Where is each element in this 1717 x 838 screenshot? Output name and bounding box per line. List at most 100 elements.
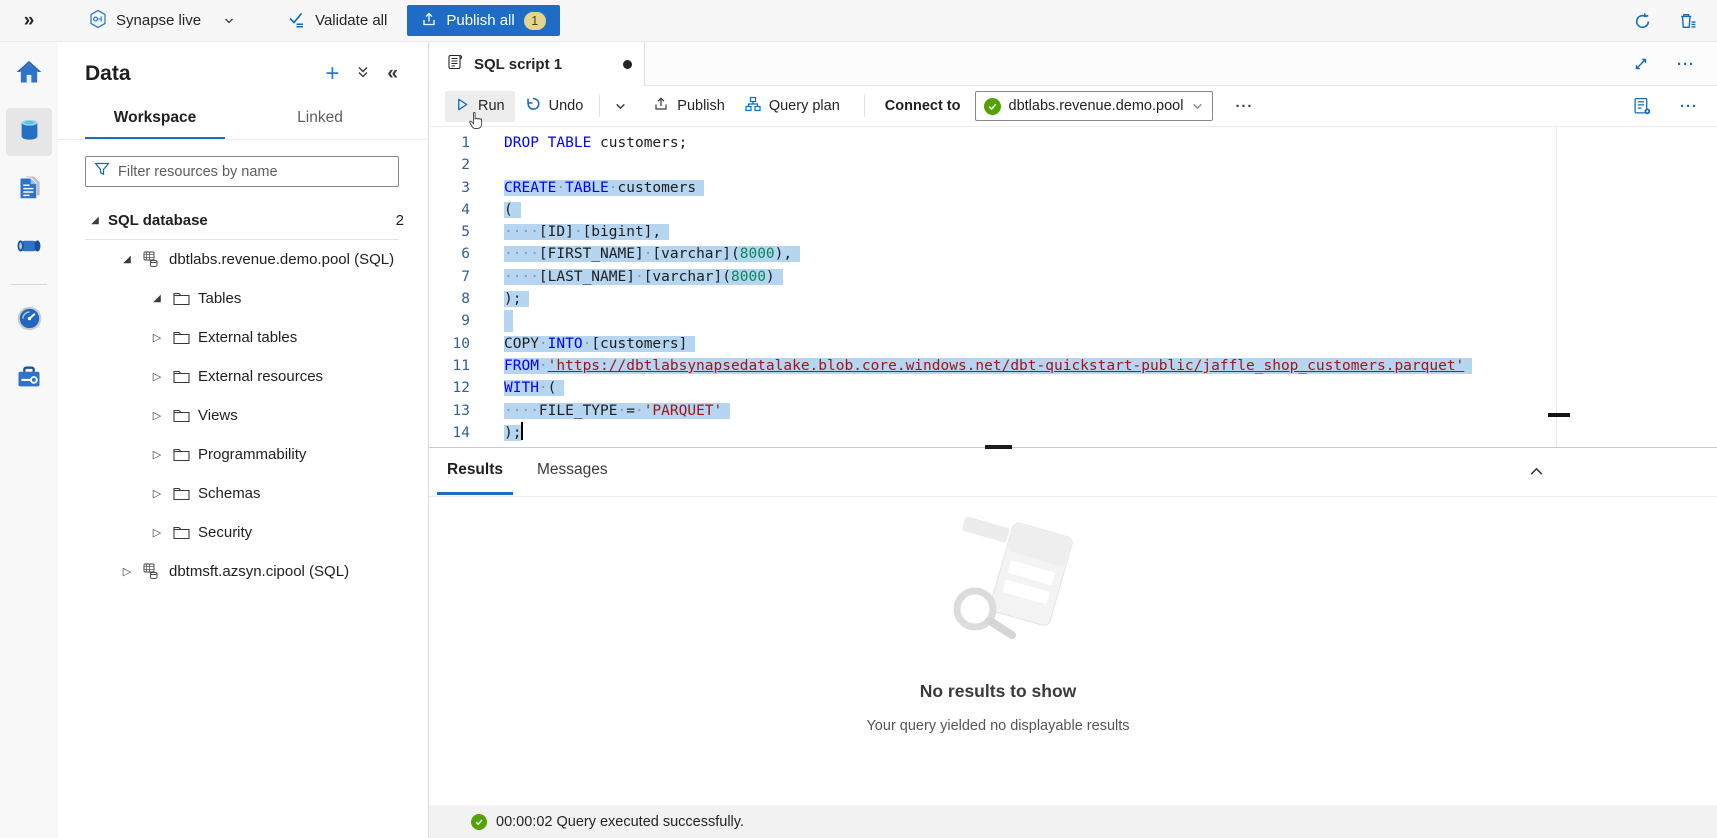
filter-resources-input[interactable] — [118, 164, 390, 180]
code-line-1[interactable]: DROP TABLE customers; — [504, 132, 1717, 154]
code-lines: DROP TABLE customers; CREATE·TABLE·custo… — [477, 132, 1717, 447]
pool-name: dbtlabs.revenue.demo.pool — [1009, 98, 1184, 114]
chevron-expanded-icon[interactable]: ◢ — [150, 293, 164, 304]
chevron-collapsed-icon[interactable]: ▷ — [150, 487, 164, 500]
editor-scrollbar-thumb[interactable] — [1548, 413, 1570, 417]
collapse-all-icon[interactable] — [356, 65, 370, 84]
add-resource-button[interactable]: + — [325, 65, 339, 83]
line-number: 12 — [429, 377, 470, 399]
tree-item-label: SQL database — [108, 212, 208, 229]
rail-item-monitor[interactable] — [6, 297, 52, 345]
code-line-8[interactable]: ); — [504, 288, 1717, 310]
mode-selector[interactable]: Synapse live — [76, 9, 247, 33]
app-rail — [0, 42, 58, 838]
code-line-11[interactable]: FROM·'https://dbtlabsynapsedatalake.blob… — [504, 355, 1717, 377]
tree-item-programmability[interactable]: ▷Programmability — [58, 435, 428, 474]
undo-icon — [525, 96, 541, 116]
tab-results[interactable]: Results — [437, 449, 513, 495]
tab-sql-script-1[interactable]: SQL script 1 — [430, 42, 645, 86]
line-number: 3 — [429, 177, 470, 199]
code-line-14[interactable]: ); — [504, 422, 1717, 444]
line-number: 7 — [429, 266, 470, 288]
rail-item-manage[interactable] — [6, 355, 52, 403]
chevron-collapsed-icon[interactable]: ▷ — [150, 448, 164, 461]
folder-icon — [173, 291, 190, 306]
sql-code-editor[interactable]: 1234567891011121314 DROP TABLE customers… — [429, 127, 1717, 448]
collapse-panel-button[interactable]: « — [387, 63, 398, 85]
line-number: 2 — [429, 154, 470, 176]
chevron-collapsed-icon[interactable]: ▷ — [150, 409, 164, 422]
tree-item-dbtlabs-revenue-demo-pool-sql[interactable]: ◢dbtlabs.revenue.demo.pool (SQL) — [58, 240, 428, 279]
code-line-10[interactable]: COPY·INTO·[customers] — [504, 333, 1717, 355]
code-line-2[interactable] — [504, 154, 1717, 176]
publish-button[interactable]: Publish — [643, 90, 735, 122]
tree-item-label: External resources — [198, 368, 323, 385]
tree-item-external-resources[interactable]: ▷ External resources — [58, 357, 428, 396]
rail-item-integrate[interactable] — [6, 224, 52, 272]
tree-item-external-tables[interactable]: ▷External tables — [58, 318, 428, 357]
chevron-collapsed-icon[interactable]: ▷ — [150, 370, 164, 383]
code-line-13[interactable]: ····FILE_TYPE·=·'PARQUET' — [504, 400, 1717, 422]
code-line-6[interactable]: ····[FIRST_NAME]·[varchar](8000), — [504, 243, 1717, 265]
tree-item-label: Views — [198, 407, 238, 424]
publish-all-button[interactable]: Publish all 1 — [407, 5, 559, 36]
tree-item-views[interactable]: ▷ Views — [58, 396, 428, 435]
pool-dropdown[interactable]: dbtlabs.revenue.demo.pool — [975, 91, 1214, 121]
expand-rail-button[interactable]: » — [0, 10, 58, 32]
tab-linked[interactable]: Linked — [250, 100, 390, 139]
tab-more-actions-icon[interactable]: ··· — [1675, 54, 1697, 75]
home-icon — [15, 58, 43, 91]
refresh-button[interactable] — [1631, 10, 1654, 33]
editor-column: SQL script 1 ··· Run — [429, 42, 1717, 838]
query-plan-label: Query plan — [769, 98, 840, 114]
code-line-3[interactable]: CREATE·TABLE·customers — [504, 177, 1717, 199]
tree-item-security[interactable]: ▷Security — [58, 513, 428, 552]
tab-workspace[interactable]: Workspace — [85, 100, 225, 139]
results-panel: Results Messages — [429, 448, 1717, 838]
connect-to-label: Connect to — [885, 98, 961, 114]
main-area: Data + « Workspace Linked ◢SQL d — [0, 42, 1717, 838]
query-plan-button[interactable]: Query plan — [735, 90, 850, 122]
code-line-4[interactable]: ( — [504, 199, 1717, 221]
undo-button[interactable]: Undo — [515, 90, 594, 122]
editor-toolbar: Run Undo Publish — [429, 86, 1717, 127]
editor-more-actions-icon[interactable]: ··· — [1678, 96, 1700, 117]
undo-dropdown-chevron[interactable] — [606, 94, 635, 119]
editor-scrollbar-track[interactable] — [1556, 127, 1557, 447]
expand-editor-icon[interactable] — [1631, 54, 1651, 74]
rail-item-home[interactable] — [6, 50, 52, 98]
toolbar-more-icon[interactable]: ··· — [1235, 98, 1253, 115]
tree-item-sql-database[interactable]: ◢SQL database2 — [58, 201, 428, 240]
rail-divider — [11, 284, 47, 285]
rail-item-develop[interactable] — [6, 166, 52, 214]
run-button[interactable]: Run — [445, 91, 515, 122]
chevron-expanded-icon[interactable]: ◢ — [120, 254, 134, 265]
line-number: 11 — [429, 355, 470, 377]
code-line-7[interactable]: ····[LAST_NAME]·[varchar](8000) — [504, 266, 1717, 288]
code-line-5[interactable]: ····[ID]·[bigint], — [504, 221, 1717, 243]
rail-item-data[interactable] — [6, 108, 52, 156]
code-line-9[interactable] — [504, 310, 1717, 332]
tree-item-tables[interactable]: ◢Tables — [58, 279, 428, 318]
line-number: 9 — [429, 310, 470, 332]
topbar-right-actions — [1631, 0, 1717, 42]
tree-item-label: dbtmsft.azsyn.cipool (SQL) — [169, 563, 349, 580]
tab-messages[interactable]: Messages — [527, 449, 618, 495]
tree-item-schemas[interactable]: ▷Schemas — [58, 474, 428, 513]
filter-resources-box[interactable] — [85, 156, 399, 187]
chevron-collapsed-icon[interactable]: ▷ — [150, 331, 164, 344]
validate-all-button[interactable]: Validate all — [275, 10, 399, 32]
database-tree: ◢SQL database2◢dbtlabs.revenue.demo.pool… — [58, 197, 428, 838]
discard-changes-icon[interactable] — [1676, 10, 1699, 33]
chevron-collapsed-icon[interactable]: ▷ — [150, 526, 164, 539]
text-cursor — [521, 422, 523, 440]
chevron-expanded-icon[interactable]: ◢ — [88, 215, 102, 226]
collapse-results-chevron-icon[interactable] — [1526, 462, 1547, 481]
code-line-12[interactable]: WITH·( — [504, 377, 1717, 399]
chevron-collapsed-icon[interactable]: ▷ — [120, 565, 134, 578]
run-label: Run — [478, 98, 505, 114]
toolbar-separator — [864, 95, 865, 117]
empty-results-title: No results to show — [920, 681, 1077, 702]
properties-icon[interactable] — [1631, 95, 1654, 118]
tree-item-dbtmsft-azsyn-cipool-sql[interactable]: ▷ dbtmsft.azsyn.cipool (SQL) — [58, 552, 428, 591]
